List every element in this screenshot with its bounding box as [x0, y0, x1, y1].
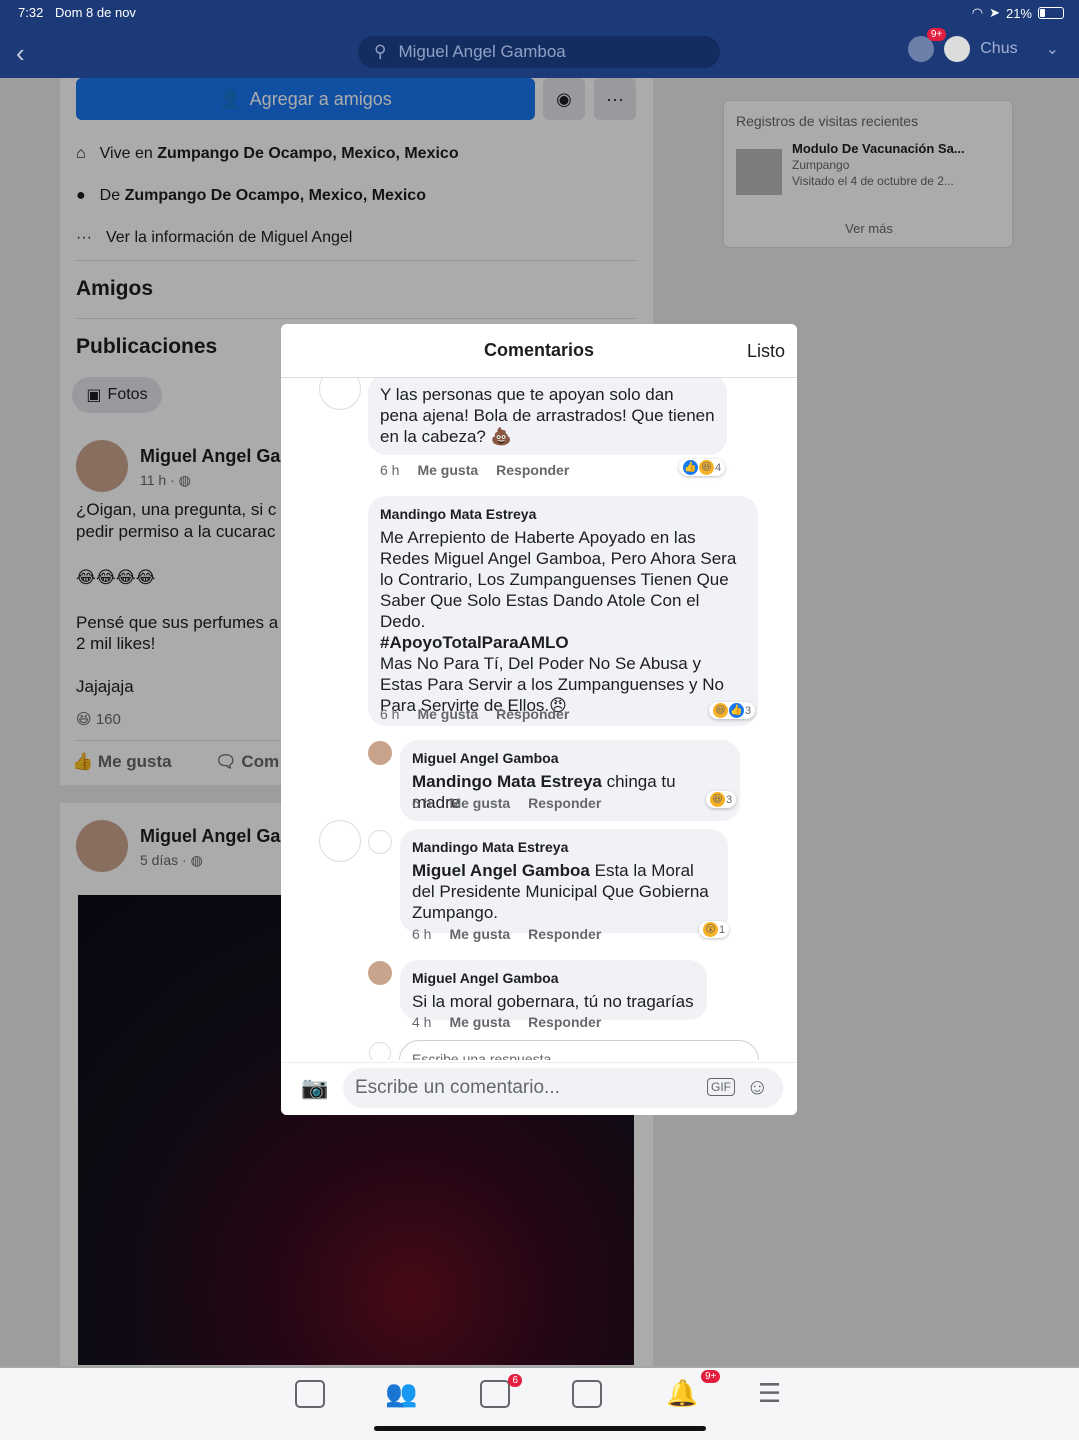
comment-mention[interactable]: Miguel Angel Gamboa	[412, 861, 590, 880]
status-bar: 7:32 Dom 8 de nov ◠ ➤ 21%	[0, 0, 1079, 26]
comment-reply-button[interactable]: Responder	[528, 1014, 601, 1030]
comment-bubble: Miguel Angel Gamboa Si la moral gobernar…	[400, 960, 707, 1020]
video-badge: 6	[508, 1374, 522, 1387]
comment-reactions[interactable]: 😆 3	[706, 791, 737, 808]
top-bar: ‹ ⚲ Miguel Angel Gamboa 9+ Chus ⌄	[0, 26, 1079, 78]
modal-header: Comentarios Listo	[281, 324, 797, 378]
comment-bubble: Mandingo Mata Estreya Me Arrepiento de H…	[368, 496, 758, 726]
comments-list[interactable]: Y las personas que te apoyan solo dan pe…	[281, 378, 797, 1060]
messenger-badge: 9+	[926, 28, 947, 41]
comment-text: Y las personas que te apoyan solo dan pe…	[380, 385, 715, 446]
commenter-avatar[interactable]	[319, 820, 361, 862]
comment-like-button[interactable]: Me gusta	[417, 462, 478, 478]
reaction-count: 3	[726, 793, 733, 806]
top-right-controls: 9+ Chus ⌄	[908, 28, 1059, 62]
comment-meta: 6 h Me gusta Responder	[380, 706, 569, 722]
reaction-count: 3	[745, 704, 752, 717]
notifications-badge: 9+	[700, 1370, 721, 1383]
reaction-count: 4	[715, 461, 722, 474]
hashtag-link[interactable]: #ApoyoTotalParaAMLO	[380, 633, 569, 652]
my-avatar	[369, 1042, 391, 1060]
friends-icon[interactable]: 👥	[385, 1378, 417, 1409]
comment-reply-button[interactable]: Responder	[528, 926, 601, 942]
chevron-down-icon[interactable]: ⌄	[1046, 39, 1059, 59]
comments-modal: Comentarios Listo Y las personas que te …	[281, 324, 797, 1115]
battery-percent: 21%	[1005, 5, 1032, 21]
comment-time: 6 h	[412, 795, 432, 811]
wifi-icon: ◠	[971, 5, 984, 20]
status-right: ◠ ➤ 21%	[972, 5, 1064, 21]
comment-bubble: Y las personas que te apoyan solo dan pe…	[368, 378, 727, 455]
commenter-avatar[interactable]	[368, 741, 392, 765]
comment-meta: 6 h Me gusta Responder	[412, 795, 601, 811]
like-icon: 👍	[683, 460, 698, 475]
reaction-count: 1	[719, 923, 726, 936]
commenter-avatar[interactable]	[368, 830, 392, 854]
comment-mention[interactable]: Mandingo Mata Estreya	[412, 772, 602, 791]
commenter-avatar[interactable]	[368, 961, 392, 985]
comment-meta: 4 h Me gusta Responder	[412, 1014, 601, 1030]
back-icon[interactable]: ‹	[16, 38, 25, 69]
search-text: Miguel Angel Gamboa	[398, 42, 566, 61]
like-icon: 👍	[729, 703, 744, 718]
comment-bubble: Mandingo Mata Estreya Miguel Angel Gambo…	[400, 829, 728, 933]
comment-author[interactable]: Miguel Angel Gamboa	[412, 968, 695, 989]
battery-icon	[1038, 7, 1064, 19]
comment-reply-button[interactable]: Responder	[528, 795, 601, 811]
haha-icon: 😆	[713, 703, 728, 718]
comment-author[interactable]: Mandingo Mata Estreya	[412, 837, 716, 858]
modal-title: Comentarios	[483, 340, 595, 360]
wow-icon: 😮	[703, 922, 718, 937]
comment-like-button[interactable]: Me gusta	[449, 926, 510, 942]
comment-like-button[interactable]: Me gusta	[417, 706, 478, 722]
comment-reply-button[interactable]: Responder	[496, 462, 569, 478]
avatar[interactable]	[944, 36, 971, 62]
comment-time: 6 h	[380, 462, 400, 478]
comment-author[interactable]: Mandingo Mata Estreya	[380, 504, 746, 525]
comment-composer: 📷 Escribe un comentario... GIF ☺	[281, 1062, 797, 1115]
comment-like-button[interactable]: Me gusta	[449, 1014, 510, 1030]
comment-reactions[interactable]: 😮 1	[699, 921, 730, 938]
camera-icon[interactable]: 📷	[301, 1075, 328, 1101]
location-icon: ➤	[989, 5, 1000, 20]
commenter-avatar[interactable]	[319, 378, 361, 410]
search-icon: ⚲	[374, 42, 387, 61]
comment-author[interactable]: Miguel Angel Gamboa	[412, 748, 728, 769]
done-button[interactable]: Listo	[747, 341, 785, 362]
comment-meta: 6 h Me gusta Responder	[380, 462, 569, 478]
status-time: 7:32	[18, 5, 44, 20]
menu-icon[interactable]: ☰	[758, 1378, 781, 1409]
comment-text: Si la moral gobernara, tú no tragarías	[412, 992, 694, 1011]
comment-placeholder: Escribe un comentario...	[355, 1077, 560, 1098]
marketplace-icon[interactable]	[572, 1380, 602, 1408]
bell-icon[interactable]: 🔔 9+	[666, 1370, 721, 1409]
news-feed-icon[interactable]	[295, 1380, 325, 1408]
user-name[interactable]: Chus	[980, 40, 1017, 58]
comment-meta: 6 h Me gusta Responder	[412, 926, 601, 942]
status-date: Dom 8 de nov	[55, 5, 136, 20]
messenger-icon[interactable]: 9+	[908, 28, 947, 62]
gif-button[interactable]: GIF	[707, 1078, 735, 1096]
home-indicator	[374, 1426, 706, 1431]
emoji-icon[interactable]: ☺	[746, 1074, 768, 1100]
haha-icon: 😆	[710, 792, 725, 807]
search-input[interactable]: ⚲ Miguel Angel Gamboa	[358, 36, 720, 68]
haha-icon: 😆	[699, 460, 714, 475]
comment-reactions[interactable]: 👍 😆 4	[679, 459, 726, 476]
comment-reactions[interactable]: 😆 👍 3	[709, 702, 756, 719]
comment-reply-button[interactable]: Responder	[496, 706, 569, 722]
comment-time: 4 h	[412, 1014, 432, 1030]
reply-input[interactable]: Escribe una respuesta...	[399, 1040, 759, 1060]
comment-like-button[interactable]: Me gusta	[449, 795, 510, 811]
comment-text: Me Arrepiento de Haberte Apoyado en las …	[380, 528, 737, 631]
comment-time: 6 h	[412, 926, 432, 942]
video-icon[interactable]: 6	[480, 1374, 522, 1408]
comment-time: 6 h	[380, 706, 400, 722]
